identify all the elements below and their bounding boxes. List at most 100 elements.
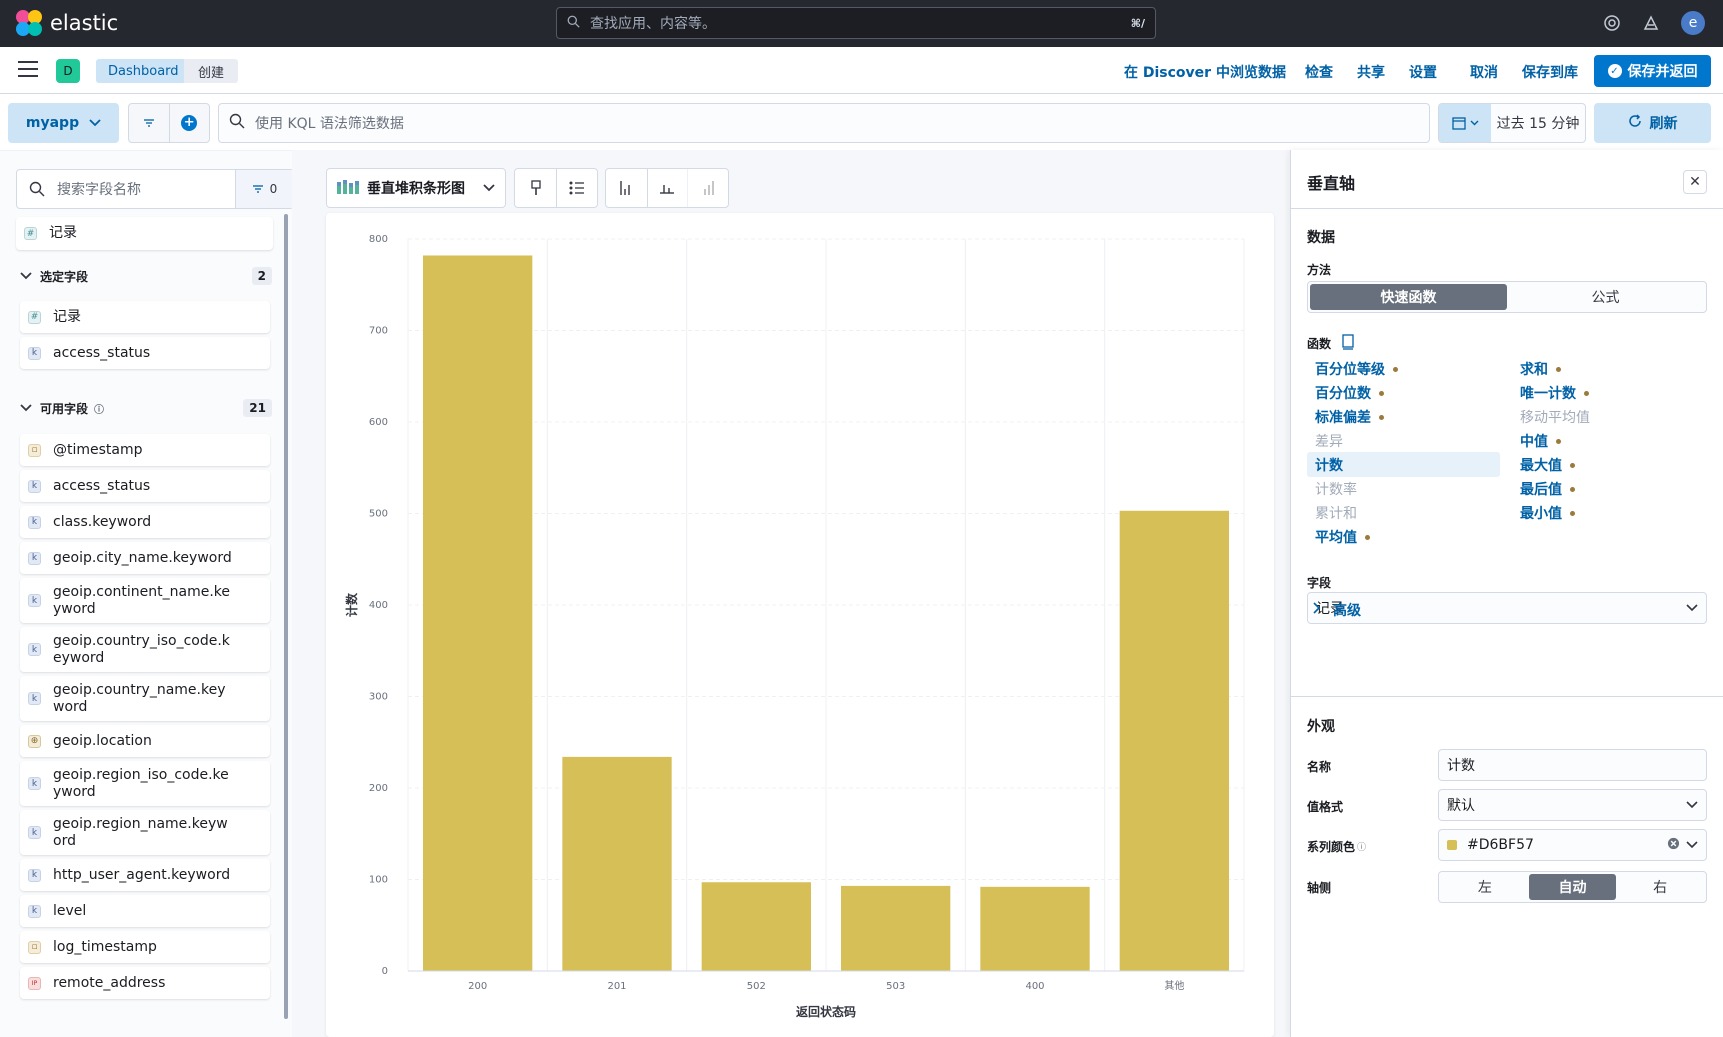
field-item[interactable]: k http_user_agent.keyword: [20, 859, 270, 891]
refresh-button[interactable]: 刷新: [1594, 103, 1711, 143]
filter-menu-icon[interactable]: [129, 104, 169, 142]
field-name: geoip.city_name.keyword: [53, 549, 232, 566]
field-item[interactable]: k geoip.city_name.keyword: [20, 542, 270, 574]
field-item[interactable]: k geoip.continent_name.ke yword: [20, 578, 270, 623]
bottom-axis-icon[interactable]: [646, 169, 688, 207]
field-item[interactable]: k geoip.region_iso_code.ke yword: [20, 761, 270, 806]
left-axis-icon[interactable]: [606, 169, 647, 207]
function-label: 唯一计数: [1520, 386, 1576, 402]
clear-icon[interactable]: [1667, 837, 1680, 854]
field-item[interactable]: k class.keyword: [20, 506, 270, 538]
function-option[interactable]: 唯一计数: [1520, 382, 1589, 404]
save-and-return-button[interactable]: ✓ 保存并返回: [1594, 55, 1711, 87]
function-label: 累计和: [1315, 506, 1357, 522]
method-quick-function[interactable]: 快速函数: [1310, 284, 1507, 310]
share-link[interactable]: 共享: [1357, 62, 1385, 82]
field-item[interactable]: # 记录: [20, 301, 270, 333]
field-item[interactable]: ⊕ geoip.location: [20, 725, 270, 757]
function-option[interactable]: 计数率: [1315, 478, 1357, 500]
chevron-down-icon: [1686, 799, 1698, 812]
documentation-icon[interactable]: [1341, 334, 1355, 353]
visualization-type-label: 垂直堆积条形图: [367, 181, 465, 197]
axis-side-label: 轴侧: [1307, 881, 1332, 895]
function-option[interactable]: 百分位数: [1315, 382, 1384, 404]
elastic-logo[interactable]: elastic: [16, 10, 118, 36]
date-picker[interactable]: 过去 15 分钟: [1438, 103, 1586, 143]
function-option[interactable]: 百分位等级: [1315, 358, 1398, 380]
axis-side-right[interactable]: 右: [1616, 874, 1704, 900]
function-option[interactable]: 最大值: [1520, 454, 1575, 476]
bar: [701, 882, 811, 971]
field-item[interactable]: k level: [20, 895, 270, 927]
function-label: 标准偏差: [1315, 410, 1371, 426]
value-format-select[interactable]: 默认: [1438, 789, 1707, 821]
inspect-link[interactable]: 检查: [1305, 62, 1333, 82]
chevron-right-icon: [1313, 602, 1321, 618]
keyword-type-icon: k: [28, 515, 41, 529]
field-item[interactable]: ▫ log_timestamp: [20, 931, 270, 963]
function-option[interactable]: 求和: [1520, 358, 1561, 380]
available-fields-header[interactable]: 可用字段 ⓘ 21: [20, 396, 272, 420]
close-icon[interactable]: ✕: [1683, 170, 1707, 194]
field-search-input[interactable]: 搜索字段名称 0: [16, 169, 294, 209]
function-option[interactable]: 最后值: [1520, 478, 1575, 500]
field-item[interactable]: k geoip.region_name.keyw ord: [20, 810, 270, 855]
field-select[interactable]: 记录: [1307, 592, 1707, 624]
field-filter-button[interactable]: 0: [235, 170, 293, 208]
function-option[interactable]: 中值: [1520, 430, 1561, 452]
function-option[interactable]: 平均值: [1315, 526, 1370, 548]
function-label: 移动平均值: [1520, 410, 1590, 426]
bar: [562, 756, 672, 971]
bar: [841, 885, 951, 971]
explore-in-discover-link[interactable]: 在 Discover 中浏览数据: [1124, 62, 1286, 82]
field-filter-count: 0: [269, 182, 278, 196]
cancel-link[interactable]: 取消: [1470, 62, 1498, 82]
field-item[interactable]: k access_status: [20, 470, 270, 502]
calendar-icon[interactable]: [1439, 104, 1491, 142]
visualization-type-select[interactable]: 垂直堆积条形图: [326, 168, 506, 208]
right-axis-icon: [687, 169, 728, 207]
function-option[interactable]: 标准偏差: [1315, 406, 1384, 428]
kql-query-input[interactable]: 使用 KQL 语法筛选数据: [218, 103, 1430, 143]
advanced-toggle[interactable]: 高级: [1313, 600, 1361, 620]
method-formula[interactable]: 公式: [1507, 284, 1704, 310]
axis-side-left[interactable]: 左: [1441, 874, 1529, 900]
field-item[interactable]: k geoip.country_name.key word: [20, 676, 270, 721]
records-field[interactable]: # 记录: [16, 217, 273, 250]
field-item[interactable]: k geoip.country_iso_code.k eyword: [20, 627, 270, 672]
functions-label-row: 函数: [1307, 334, 1355, 353]
news-feed-icon[interactable]: [1640, 12, 1662, 34]
data-view-picker[interactable]: myapp: [8, 103, 119, 143]
method-label: 方法: [1307, 263, 1332, 277]
field-item[interactable]: IP remote_address: [20, 967, 270, 999]
help-icon[interactable]: [1601, 12, 1623, 34]
settings-link[interactable]: 设置: [1409, 62, 1437, 82]
global-search-input[interactable]: 查找应用、内容等。 ⌘/: [556, 7, 1156, 39]
menu-icon[interactable]: [18, 61, 38, 77]
function-option[interactable]: 最小值: [1520, 502, 1575, 524]
compatible-dot-icon: [1570, 510, 1575, 516]
user-avatar[interactable]: e: [1681, 11, 1705, 35]
add-filter-button[interactable]: +: [168, 104, 210, 142]
dimension-editor-panel: 垂直轴 ✕ 数据 方法 快速函数 公式 函数 百分位等级 百分位数 标准偏差 差异 计数…: [1290, 150, 1723, 1037]
breadcrumb-dashboard[interactable]: Dashboard: [96, 59, 191, 83]
field-item[interactable]: k access_status: [20, 337, 270, 369]
name-input[interactable]: 计数: [1438, 749, 1707, 781]
geo-type-icon: ⊕: [28, 734, 41, 748]
keyword-type-icon: k: [28, 826, 41, 839]
legend-icon[interactable]: [556, 169, 597, 207]
query-bar: myapp + 使用 KQL 语法筛选数据 过去 15 分钟 刷新: [0, 94, 1723, 150]
space-avatar[interactable]: D: [56, 59, 80, 83]
chevron-down-icon: [20, 402, 32, 415]
selected-fields-header[interactable]: 选定字段 2: [20, 264, 272, 288]
function-option[interactable]: 移动平均值: [1520, 406, 1590, 428]
series-color-picker[interactable]: #D6BF57: [1438, 829, 1707, 861]
paint-brush-icon[interactable]: [515, 169, 556, 207]
function-option[interactable]: 累计和: [1315, 502, 1357, 524]
function-option[interactable]: 计数: [1315, 454, 1343, 476]
save-to-library-link[interactable]: 保存到库: [1522, 62, 1578, 82]
field-list-scrollbar[interactable]: [284, 214, 288, 1019]
field-item[interactable]: ▫ @timestamp: [20, 434, 270, 466]
axis-side-auto[interactable]: 自动: [1528, 874, 1617, 900]
function-option[interactable]: 差异: [1315, 430, 1343, 452]
